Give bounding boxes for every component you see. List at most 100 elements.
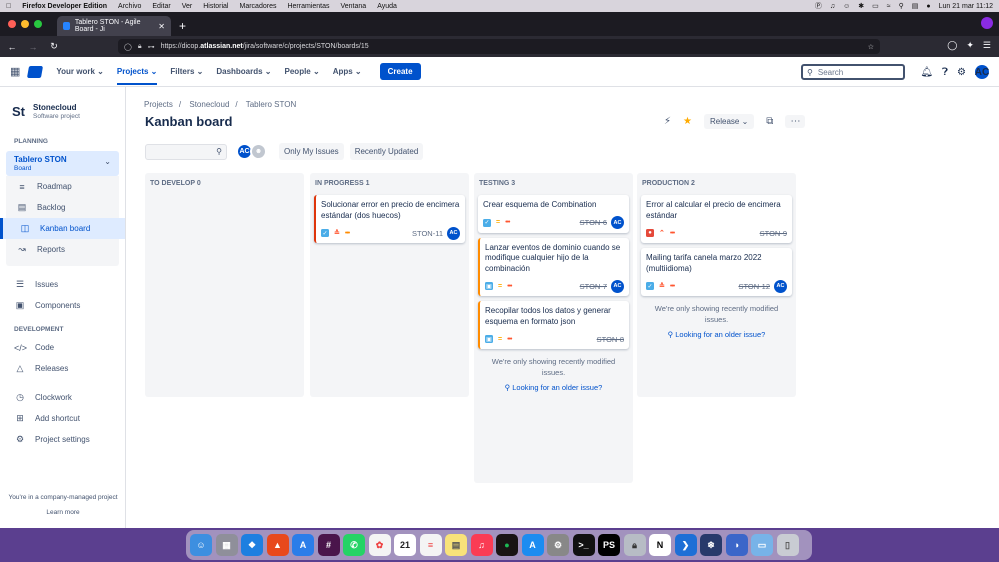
- user-avatar[interactable]: AC: [975, 65, 989, 79]
- settings-icon[interactable]: ⚙: [957, 67, 966, 78]
- calendar-icon[interactable]: 21: [394, 534, 416, 556]
- app-switcher-icon[interactable]: ▦: [10, 65, 20, 78]
- spotlight-icon[interactable]: ⚲: [899, 2, 904, 10]
- issue-card[interactable]: Error al calcular el precio de encimera …: [641, 195, 792, 243]
- sidebar-item-clockwork[interactable]: ◷ Clockwork: [0, 387, 125, 408]
- devtools-icon[interactable]: ✦: [966, 40, 974, 51]
- issue-card[interactable]: Solucionar error en precio de encimera e…: [314, 195, 465, 243]
- sidebar-item-backlog[interactable]: ▤ Backlog: [6, 197, 119, 218]
- close-tab-icon[interactable]: ✕: [158, 22, 165, 31]
- finder-icon[interactable]: ☺: [190, 534, 212, 556]
- notes-icon[interactable]: ▤: [445, 534, 467, 556]
- search-input[interactable]: ⚲ Search: [801, 64, 905, 80]
- recently-updated-filter[interactable]: Recently Updated: [349, 143, 424, 160]
- notion-icon[interactable]: N: [649, 534, 671, 556]
- slack-icon[interactable]: #: [317, 534, 340, 556]
- assignee-avatar[interactable]: AC: [774, 279, 787, 293]
- project-header[interactable]: St Stonecloud Software project: [0, 87, 125, 120]
- siri-icon[interactable]: ●: [926, 3, 930, 10]
- nav-apps[interactable]: Apps ⌄: [333, 67, 362, 76]
- app-name[interactable]: Firefox Developer Edition: [22, 3, 107, 10]
- sidebar-item-project-settings[interactable]: ⚙ Project settings: [0, 429, 125, 450]
- sidebar-item-issues[interactable]: ☰ Issues: [0, 274, 125, 295]
- terminal-icon[interactable]: >_: [572, 534, 595, 556]
- xcode-app-store-icon[interactable]: A: [521, 534, 544, 556]
- create-button[interactable]: Create: [379, 63, 421, 80]
- issue-card[interactable]: Recopilar todos los datos y generar esqu…: [478, 301, 629, 349]
- nav-people[interactable]: People ⌄: [285, 67, 320, 76]
- sidebar-item-releases[interactable]: △ Releases: [0, 358, 125, 379]
- profile-icon[interactable]: [981, 17, 993, 29]
- clock[interactable]: Lun 21 mar 11:12: [939, 3, 993, 10]
- sidebar-item-code[interactable]: </> Code: [0, 337, 125, 358]
- nav-dashboards[interactable]: Dashboards ⌄: [216, 67, 271, 76]
- parking-icon[interactable]: Ⓟ: [815, 1, 822, 11]
- board-selector[interactable]: Tablero STON Board ⌄: [6, 151, 119, 176]
- control-center-icon[interactable]: ▤: [912, 2, 919, 10]
- minimize-window-button[interactable]: [21, 20, 29, 28]
- menu-marcadores[interactable]: Marcadores: [240, 3, 277, 10]
- breadcrumb-project[interactable]: Stonecloud: [189, 100, 229, 109]
- older-issue-link[interactable]: ⚲ Looking for an older issue?: [637, 330, 796, 339]
- reload-icon[interactable]: ↻: [45, 41, 63, 52]
- issue-card[interactable]: Lanzar eventos de dominio cuando se modi…: [478, 237, 629, 296]
- forward-icon[interactable]: →: [24, 42, 42, 52]
- notifications-icon[interactable]: 🔔︎: [920, 67, 933, 78]
- board-search-input[interactable]: ⚲: [145, 143, 227, 160]
- launchpad-icon[interactable]: ▦: [215, 534, 238, 556]
- share-icon[interactable]: ⧉: [766, 116, 773, 127]
- app-store-icon[interactable]: A: [292, 534, 314, 556]
- help-icon[interactable]: ❓︎: [942, 67, 948, 78]
- sidebar-item-kanban-board[interactable]: ◫ Kanban board: [0, 218, 125, 239]
- release-button[interactable]: Release ⌄: [704, 114, 755, 129]
- trash-icon[interactable]: ▯: [776, 534, 799, 556]
- menu-archivo[interactable]: Archivo: [118, 3, 141, 10]
- assignee-avatar[interactable]: AC: [611, 216, 624, 229]
- firefox-dev-icon[interactable]: ◑: [725, 534, 748, 556]
- keychain-icon[interactable]: 🔒︎: [623, 534, 646, 556]
- phpstorm-icon[interactable]: PS: [598, 534, 620, 556]
- wifi-icon[interactable]: ≈: [887, 3, 891, 10]
- more-icon[interactable]: ⋯: [785, 115, 806, 128]
- reminders-icon[interactable]: ≡: [419, 534, 442, 556]
- mysql-workbench-icon[interactable]: ❄: [700, 534, 722, 556]
- audio-icon[interactable]: ♫: [830, 3, 835, 10]
- whatsapp-icon[interactable]: ✆: [343, 534, 365, 556]
- brave-icon[interactable]: ▲: [266, 534, 289, 556]
- vscode-icon[interactable]: ❯: [674, 534, 697, 556]
- menu-editar[interactable]: Editar: [152, 3, 170, 10]
- menu-icon[interactable]: ☰: [983, 40, 991, 51]
- assignee-avatar[interactable]: AC: [611, 279, 624, 293]
- music-icon[interactable]: ♫: [470, 534, 493, 556]
- breadcrumb-board[interactable]: Tablero STON: [246, 100, 297, 109]
- back-icon[interactable]: ←: [3, 42, 21, 52]
- learn-more-link[interactable]: Learn more: [0, 509, 126, 516]
- issue-card[interactable]: Mailing tarifa canela marzo 2022 (multii…: [641, 248, 792, 296]
- issue-card[interactable]: Crear esquema de Combination ✓ = ••• STO…: [478, 195, 629, 233]
- bluetooth-icon[interactable]: ✱: [858, 2, 864, 10]
- apple-icon[interactable]: : [6, 3, 11, 10]
- breadcrumb-projects[interactable]: Projects: [144, 100, 173, 109]
- lightning-icon[interactable]: ⚡︎: [664, 116, 671, 127]
- photos-icon[interactable]: ✿: [368, 534, 391, 556]
- assignee-avatar[interactable]: AC: [447, 226, 460, 240]
- bookmark-star-icon[interactable]: ☆: [868, 43, 874, 51]
- star-icon[interactable]: ★: [683, 116, 692, 127]
- menu-herramientas[interactable]: Herramientas: [287, 3, 329, 10]
- permissions-icon[interactable]: ⊶: [148, 43, 155, 51]
- browser-tab[interactable]: Tablero STON - Agile Board - Ji ✕: [57, 16, 171, 36]
- jira-logo-icon[interactable]: [27, 65, 44, 78]
- nav-your-work[interactable]: Your work ⌄: [56, 67, 103, 76]
- system-preferences-icon[interactable]: ⚙: [547, 534, 569, 556]
- pocket-icon[interactable]: ◯: [947, 40, 957, 51]
- url-bar[interactable]: ◯ 🔒︎ ⊶ https://dicop. atlassian.net/jira/…: [118, 39, 880, 54]
- new-tab-icon[interactable]: +: [179, 16, 186, 36]
- menu-ayuda[interactable]: Ayuda: [377, 3, 397, 10]
- nav-projects[interactable]: Projects ⌄: [116, 67, 158, 85]
- only-my-issues-filter[interactable]: Only My Issues: [279, 143, 344, 160]
- menu-ver[interactable]: Ver: [182, 3, 193, 10]
- unassigned-filter-avatar[interactable]: ☻: [250, 143, 267, 160]
- sidebar-item-reports[interactable]: ↝ Reports: [6, 239, 119, 260]
- safari-icon[interactable]: ❖: [241, 534, 263, 556]
- lock-icon[interactable]: 🔒︎: [138, 43, 142, 51]
